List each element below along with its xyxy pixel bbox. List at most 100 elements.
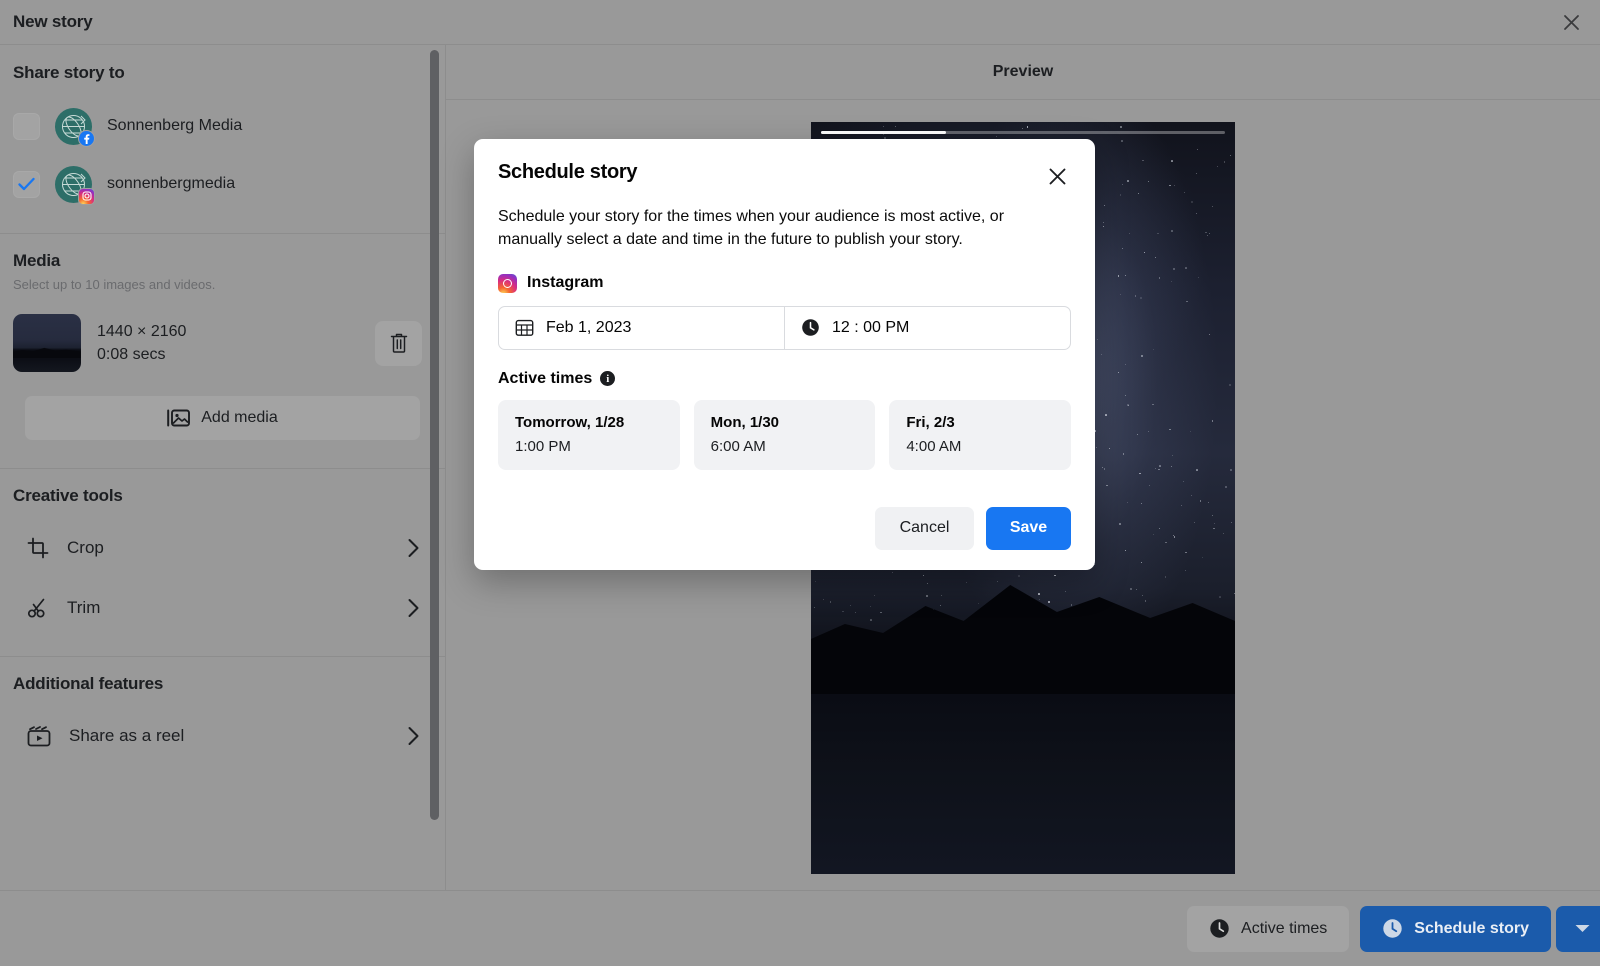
modal-close-button[interactable] [1043,162,1071,190]
active-times-button[interactable]: Active times [1187,905,1350,952]
tool-row-trim[interactable]: Trim [13,578,432,638]
left-panel: Share story to Sonnenberg Media sonnenbe… [0,45,446,890]
schedule-story-modal: Schedule story Schedule your story for t… [474,139,1095,570]
chevron-right-icon [408,727,419,745]
add-media-label: Add media [201,409,278,426]
scissors-icon [27,598,45,618]
account-row-instagram[interactable]: sonnenbergmedia [13,155,432,213]
close-icon [1049,168,1065,184]
clock-icon [1210,919,1229,938]
story-progress-bar [821,131,1225,134]
preview-title: Preview [992,63,1054,80]
page-title: New story [13,12,93,31]
active-time-card[interactable]: Mon, 1/30 6:00 AM [693,399,876,470]
crop-icon [27,537,49,559]
instagram-badge-icon [78,187,95,205]
tool-label: Crop [67,538,104,557]
media-dimensions: 1440 × 2160 [97,322,187,340]
active-time-day: Mon, 1/30 [710,413,780,431]
schedule-story-button[interactable]: Schedule story [1360,905,1551,952]
left-panel-scrollbar[interactable] [430,50,439,820]
chevron-down-icon [1575,925,1589,932]
active-time-day: Fri, 2/3 [906,413,955,431]
account-list: Sonnenberg Media sonnenbergmedia [13,97,432,227]
additional-features-section: Additional features Share as a reel [0,656,445,784]
creative-tools-section: Creative tools Crop Trim [0,468,445,656]
platform-name: Instagram [527,274,604,292]
creative-tools-list: Crop Trim [13,518,432,650]
media-section: Media Select up to 10 images and videos.… [0,233,445,468]
active-time-day: Tomorrow, 1/28 [515,413,625,431]
avatar-facebook [55,107,95,147]
active-times-suggestions: Tomorrow, 1/28 1:00 PM Mon, 1/30 6:00 AM… [498,399,1072,470]
calendar-icon [515,320,534,337]
account-checkbox-facebook[interactable] [13,112,40,140]
instagram-icon [81,191,92,201]
left-panel-scroll-area: Share story to Sonnenberg Media sonnenbe… [0,45,445,890]
clock-icon [1383,919,1402,938]
media-duration: 0:08 secs [97,346,166,363]
facebook-icon [84,133,90,144]
media-item-info: 1440 × 2160 0:08 secs [97,320,359,366]
clock-icon [802,319,819,337]
story-progress-fill [821,131,947,134]
creative-tools-heading: Creative tools [13,486,123,505]
cancel-button[interactable]: Cancel [875,506,974,550]
modal-header: Schedule story [498,161,1071,190]
preview-header: Preview [446,45,1600,100]
active-time-time: 4:00 AM [906,437,962,455]
active-time-card[interactable]: Tomorrow, 1/28 1:00 PM [498,399,680,470]
date-field[interactable]: Feb 1, 2023 [499,307,784,349]
account-row-facebook[interactable]: Sonnenberg Media [13,97,432,155]
media-item-row: 1440 × 2160 0:08 secs [13,314,432,372]
instagram-icon [498,273,517,293]
chevron-right-icon [408,539,419,557]
share-story-heading: Share story to [13,63,125,82]
media-subtitle: Select up to 10 images and videos. [13,277,216,292]
bottom-action-bar: Active times Schedule story [0,890,1600,966]
account-checkbox-instagram[interactable] [13,170,40,198]
active-times-heading: Active times [498,369,593,387]
account-name: sonnenbergmedia [107,175,236,192]
checkmark-icon [18,177,35,191]
date-value: Feb 1, 2023 [546,318,632,336]
close-icon [1563,14,1579,30]
window-header: New story [0,0,1600,45]
tool-label: Trim [67,598,101,617]
time-field[interactable]: 12 : 00 PM [784,306,1070,349]
lake-reflection [811,694,1235,874]
tool-row-share-as-reel[interactable]: Share as a reel [13,706,432,766]
active-times-label: Active times [1241,919,1328,937]
media-thumbnail[interactable] [13,314,81,372]
platform-row: Instagram [498,273,1071,293]
modal-description: Schedule your story for the times when y… [498,208,1005,249]
active-time-time: 6:00 AM [710,437,766,455]
schedule-dropdown-button[interactable] [1556,905,1600,952]
reel-icon [27,726,51,747]
modal-title: Schedule story [498,161,638,183]
media-heading: Media [13,251,61,270]
tool-row-crop[interactable]: Crop [13,518,432,578]
active-times-label-row: Active times i [498,370,1071,388]
schedule-story-label: Schedule story [1414,919,1529,937]
info-icon[interactable]: i [600,371,616,387]
datetime-fields: Feb 1, 2023 12 : 00 PM [498,305,1071,350]
time-value: 12 : 00 PM [832,318,910,336]
chevron-right-icon [408,599,419,617]
avatar-instagram [55,165,95,205]
instagram-lens [503,278,512,288]
delete-media-button[interactable] [375,320,422,366]
modal-actions: Cancel Save [498,506,1071,550]
window-close-button[interactable] [1556,7,1586,37]
share-story-section: Share story to Sonnenberg Media sonnenbe… [0,45,445,233]
active-time-card[interactable]: Fri, 2/3 4:00 AM [889,399,1072,470]
add-media-button[interactable]: Add media [25,396,420,440]
tool-label: Share as a reel [69,726,185,745]
save-button[interactable]: Save [986,506,1071,550]
additional-features-heading: Additional features [13,674,164,693]
image-icon [167,409,191,427]
trash-icon [390,333,407,353]
additional-features-list: Share as a reel [13,706,432,778]
facebook-badge-icon [78,129,95,147]
active-time-time: 1:00 PM [515,437,571,455]
